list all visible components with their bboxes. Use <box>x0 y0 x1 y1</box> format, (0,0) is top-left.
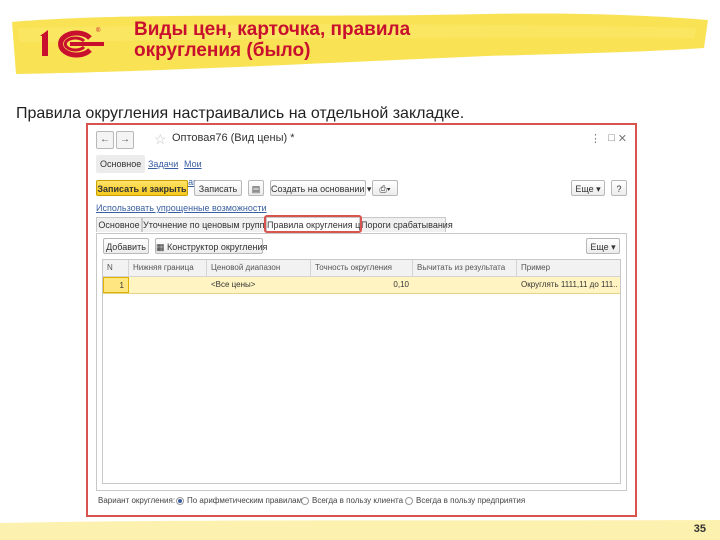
cell-subtract[interactable] <box>413 277 517 293</box>
tab-main[interactable]: Основное <box>96 217 142 232</box>
chevron-down-icon: ▾ <box>386 184 391 194</box>
window-toolbar: Записать и закрыть Записать ▤ Создать на… <box>96 180 627 198</box>
document-list-button[interactable]: ▤ <box>248 180 264 196</box>
slide-subtitle: Правила округления настраивались на отде… <box>16 105 465 122</box>
maximize-icon[interactable]: □ <box>608 132 615 144</box>
more-menu-icon[interactable]: ⋮ <box>590 132 601 145</box>
radio-arithmetic[interactable] <box>176 497 184 505</box>
cell-precision[interactable]: 0,10 <box>311 277 413 293</box>
cell-n[interactable]: 1 <box>103 277 129 293</box>
tab-highlight-frame <box>264 215 362 233</box>
table-row[interactable]: 1 <Все цены> 0,10 Округлять 1111,11 до 1… <box>103 277 620 294</box>
radio-arithmetic-label[interactable]: По арифметическим правилам <box>187 495 302 507</box>
forward-button[interactable]: → <box>116 131 134 149</box>
column-header-lower-bound[interactable]: Нижняя граница <box>129 260 207 276</box>
favorite-star-icon[interactable]: ☆ <box>154 131 167 147</box>
radio-client[interactable] <box>301 497 309 505</box>
svg-text:®: ® <box>96 27 101 34</box>
close-icon[interactable]: ✕ <box>618 132 627 145</box>
screenshot-frame: ← → ☆ Оптовая76 (Вид цены) * ⋮ □ ✕ Основ… <box>86 123 637 517</box>
cell-price-range[interactable]: <Все цены> <box>207 277 311 293</box>
create-based-label: Создать на основании <box>271 184 365 194</box>
add-button[interactable]: Добавить <box>103 238 149 254</box>
panel-toolbar: Добавить ▦ Конструктор округления Еще ▾ <box>103 238 620 254</box>
footer-brush-stroke <box>0 520 720 540</box>
rounding-variant-label: Вариант округления: <box>98 496 176 505</box>
table-header: N Нижняя граница Ценовой диапазон Точнос… <box>103 260 620 277</box>
rounding-variant-group: Вариант округления: По арифметическим пр… <box>98 495 627 509</box>
rounding-table: N Нижняя граница Ценовой диапазон Точнос… <box>102 259 621 484</box>
cell-lower-bound[interactable] <box>129 277 207 293</box>
more-button[interactable]: Еще ▾ <box>571 180 605 196</box>
column-header-subtract[interactable]: Вычитать из результата <box>413 260 517 276</box>
column-header-price-range[interactable]: Ценовой диапазон <box>207 260 311 276</box>
section-notes[interactable]: Мои заметки <box>180 155 221 187</box>
back-button[interactable]: ← <box>96 131 114 149</box>
cell-example[interactable]: Округлять 1111,11 до 111... <box>517 277 618 293</box>
rounding-constructor-button[interactable]: ▦ Конструктор округления <box>155 238 267 254</box>
save-close-button[interactable]: Записать и закрыть <box>96 180 188 196</box>
window-title: Оптовая76 (Вид цены) * <box>172 132 295 144</box>
panel-more-button[interactable]: Еще ▾ <box>586 238 620 254</box>
radio-client-label[interactable]: Всегда в пользу клиента <box>312 495 403 507</box>
print-button[interactable]: ⎙▾ <box>372 180 398 196</box>
slide-title: Виды цен, карточка, правила округления (… <box>134 19 411 61</box>
create-based-button[interactable]: Создать на основании ▾ <box>270 180 371 196</box>
column-header-precision[interactable]: Точность округления <box>311 260 413 276</box>
section-tasks[interactable]: Задачи <box>144 155 182 173</box>
panel-more-label: Еще <box>590 242 609 252</box>
section-main[interactable]: Основное <box>96 155 146 173</box>
constructor-icon: ▦ <box>156 242 165 252</box>
help-button[interactable]: ? <box>611 180 627 196</box>
chevron-down-icon: ▾ <box>611 242 616 252</box>
form-tabs: Основное Уточнение по ценовым группам Пр… <box>96 215 627 234</box>
column-header-n[interactable]: N <box>103 260 129 276</box>
arrow-right-icon: → <box>120 134 130 145</box>
tab-thresholds[interactable]: Пороги срабатывания <box>360 217 453 232</box>
1c-logo: ® <box>40 27 104 58</box>
print-icon: ⎙ <box>379 184 387 194</box>
more-label: Еще <box>575 184 594 194</box>
chevron-down-icon: ▾ <box>596 184 601 194</box>
chevron-down-icon: ▾ <box>366 184 372 194</box>
save-button[interactable]: Записать <box>194 180 242 196</box>
radio-company[interactable] <box>405 497 413 505</box>
column-header-example[interactable]: Пример <box>517 260 618 276</box>
arrow-left-icon: ← <box>100 134 110 145</box>
constructor-label: Конструктор округления <box>167 242 268 252</box>
simple-mode-link[interactable]: Использовать упрощенные возможности <box>96 203 266 213</box>
radio-company-label[interactable]: Всегда в пользу предприятия <box>416 495 525 507</box>
page-number: 35 <box>693 523 706 535</box>
price-type-window: ← → ☆ Оптовая76 (Вид цены) * ⋮ □ ✕ Основ… <box>88 125 635 515</box>
tab-price-groups[interactable]: Уточнение по ценовым группам <box>142 217 276 232</box>
window-titlebar: ← → ☆ Оптовая76 (Вид цены) * ⋮ □ ✕ <box>96 131 627 151</box>
document-icon: ▤ <box>251 184 261 194</box>
rounding-rules-panel: Добавить ▦ Конструктор округления Еще ▾ … <box>96 233 627 491</box>
